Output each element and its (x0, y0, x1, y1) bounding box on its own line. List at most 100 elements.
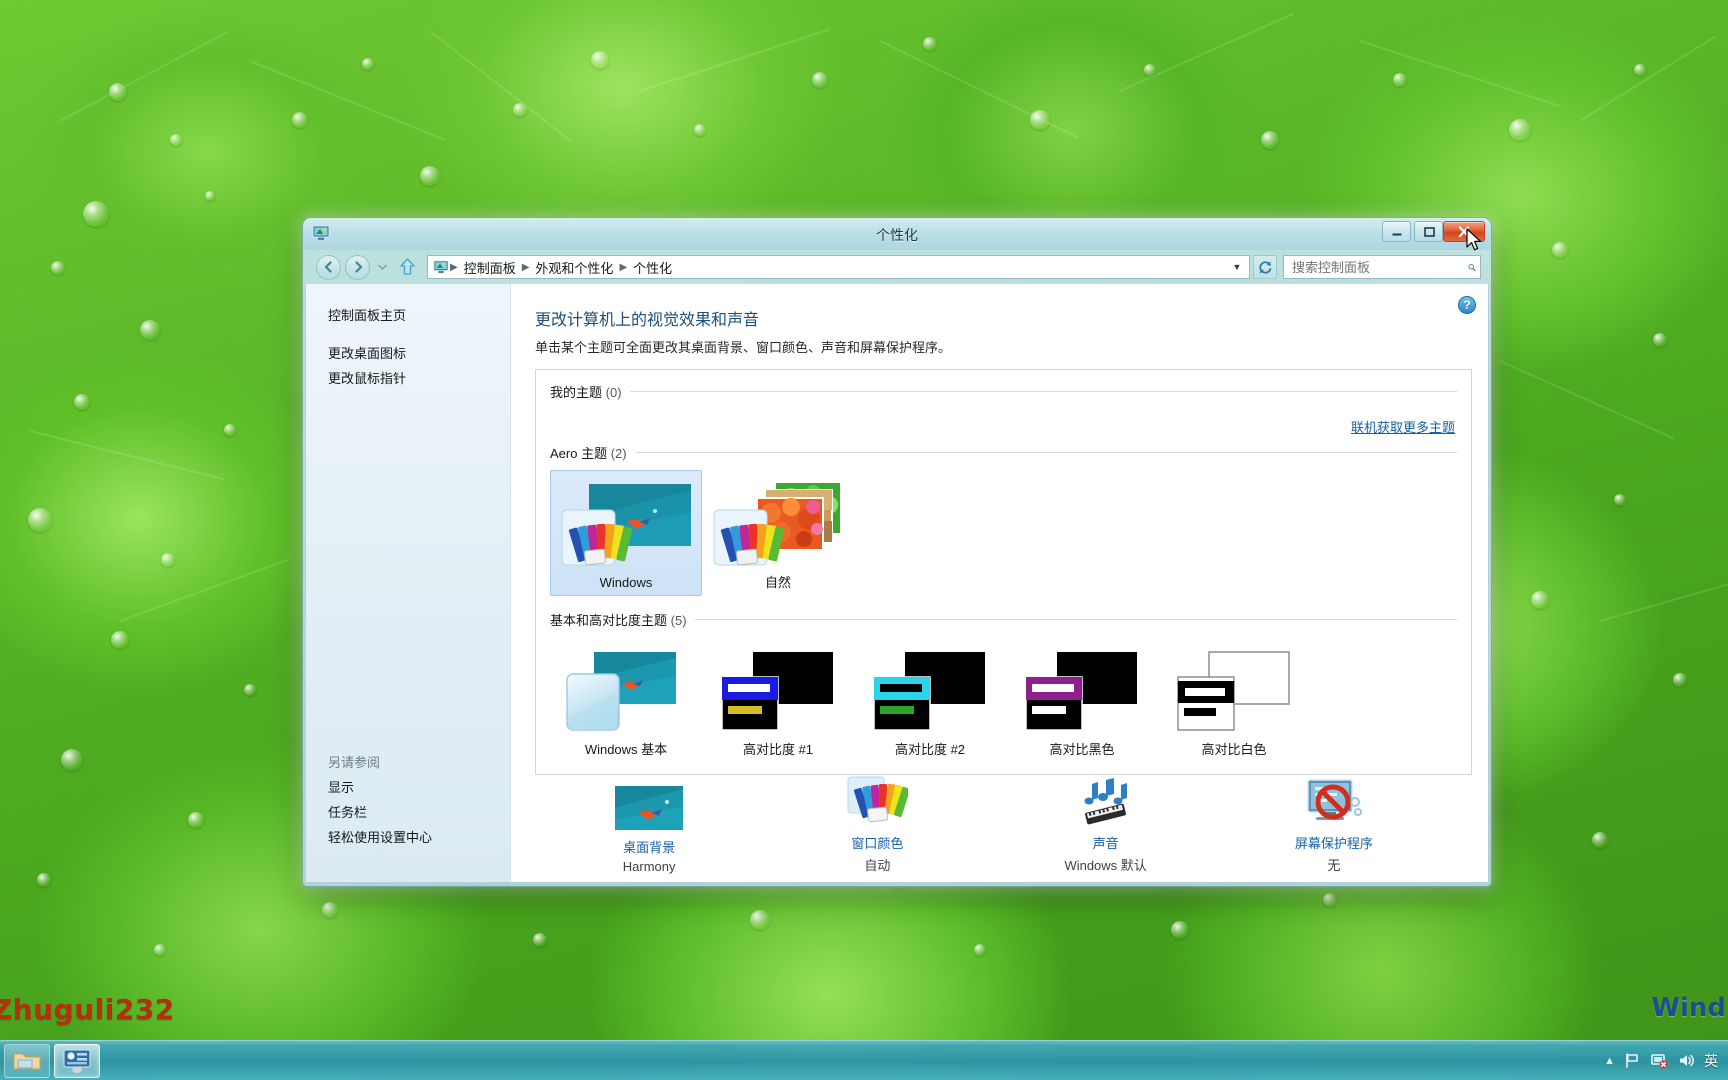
breadcrumb-item-appearance[interactable]: 外观和个性化 (530, 257, 618, 278)
group-count-basic-themes: (5) (670, 613, 687, 628)
setting-window-color[interactable]: 窗口颜色 自动 (802, 774, 952, 874)
network-icon[interactable] (1650, 1052, 1668, 1069)
volume-icon[interactable] (1677, 1052, 1695, 1069)
group-basic-themes: 基本和高对比度主题 (5) (550, 610, 1457, 629)
back-button[interactable] (316, 254, 341, 280)
see-also-heading: 另请参阅 (328, 755, 381, 770)
watermark-left: Zhuguli232 (0, 993, 175, 1026)
group-count-aero-themes: (2) (610, 446, 627, 461)
theme-preview-nature-icon (713, 481, 842, 566)
breadcrumb-item-control-panel[interactable]: 控制面板 (459, 257, 521, 278)
settings-row: 桌面背景 Harmony 窗口颜色 自动 声音 Windows 默认 屏幕保护程… (535, 774, 1448, 874)
basic-theme-list: Windows 基本 高对比度 #1 高对比度 #2 高对比黑色 高对比白色 (536, 629, 1471, 763)
theme-thumbnail-high-contrast-1 (707, 644, 849, 736)
sidebar-item-change-desktop-icons[interactable]: 更改桌面图标 (328, 341, 510, 366)
breadcrumb-item-personalization[interactable]: 个性化 (628, 257, 677, 278)
navigation-bar[interactable]: ▶ 控制面板 ▶ 外观和个性化 ▶ 个性化 ▼ (303, 250, 1491, 284)
address-bar-icon (433, 260, 449, 274)
setting-value-sound: Windows 默认 (1064, 858, 1147, 873)
theme-tile-windows-basic[interactable]: Windows 基本 (550, 637, 702, 763)
address-dropdown-icon[interactable]: ▼ (1229, 262, 1245, 272)
theme-name-nature: 自然 (764, 575, 791, 590)
get-more-themes-online-link[interactable]: 联机获取更多主题 (1351, 417, 1455, 436)
search-input[interactable] (1292, 259, 1468, 275)
search-icon (1468, 263, 1476, 271)
theme-preview-high-contrast-2-icon (873, 652, 985, 731)
theme-preview-high-contrast-white-icon (1177, 651, 1290, 731)
theme-preview-high-contrast-black-icon (1025, 652, 1137, 731)
window-titlebar[interactable]: 个性化 (303, 218, 1491, 250)
folder-icon (13, 1053, 41, 1069)
maximize-button[interactable] (1414, 221, 1443, 242)
close-icon (1458, 225, 1470, 237)
back-arrow-icon (324, 261, 332, 273)
theme-name-high-contrast-black: 高对比黑色 (1049, 742, 1115, 757)
setting-desktop-background[interactable]: 桌面背景 Harmony (574, 778, 724, 874)
theme-tile-nature[interactable]: 自然 (702, 470, 854, 596)
theme-thumbnail-windows (555, 477, 697, 569)
theme-preview-high-contrast-1-icon (721, 652, 833, 731)
theme-name-high-contrast-2: 高对比度 #2 (894, 742, 966, 757)
setting-label-desktop-background: 桌面背景 (623, 840, 676, 855)
personalization-window[interactable]: 个性化 ▶ 控制面板 ▶ 外观和个性化 ▶ 个性化 ▼ 搜索控制面板 控制面板主… (303, 218, 1491, 886)
setting-value-desktop-background: Harmony (622, 859, 676, 874)
theme-tile-high-contrast-black[interactable]: 高对比黑色 (1006, 637, 1158, 763)
desktop-background-icon (574, 778, 724, 832)
up-button[interactable] (396, 257, 418, 277)
page-title: 更改计算机上的视觉效果和声音 (535, 312, 760, 329)
minimize-icon (1392, 233, 1401, 235)
taskbar[interactable]: ▲ 英 (0, 1040, 1728, 1080)
system-tray: ▲ 英 (1604, 1051, 1728, 1071)
up-arrow-icon (399, 258, 415, 275)
sound-icon (1031, 774, 1181, 828)
search-box[interactable] (1283, 255, 1481, 279)
content-area: ? 更改计算机上的视觉效果和声音 单击某个主题可全面更改其桌面背景、窗口颜色、声… (511, 284, 1488, 882)
group-label-my-themes: 我的主题 (550, 385, 603, 400)
theme-thumbnail-windows-basic (555, 644, 697, 736)
sidebar-item-display[interactable]: 显示 (328, 775, 432, 800)
window-title: 个性化 (876, 227, 918, 243)
aero-theme-list: Windows 自然 (536, 462, 1471, 596)
help-button[interactable]: ? (1458, 296, 1476, 314)
theme-thumbnail-high-contrast-black (1011, 644, 1153, 736)
sidebar: 控制面板主页 更改桌面图标 更改鼠标指针 另请参阅 显示 任务栏 轻松使用设置中… (306, 284, 511, 882)
control-panel-taskbar-button[interactable] (54, 1043, 100, 1078)
minimize-button[interactable] (1382, 221, 1411, 242)
setting-screensaver[interactable]: 屏幕保护程序 无 (1259, 774, 1409, 874)
theme-tile-high-contrast-1[interactable]: 高对比度 #1 (702, 637, 854, 763)
sidebar-item-control-panel-home[interactable]: 控制面板主页 (328, 303, 510, 328)
refresh-button[interactable] (1253, 255, 1277, 279)
forward-button[interactable] (345, 254, 370, 280)
theme-preview-windows-icon (561, 484, 691, 566)
close-button[interactable] (1443, 221, 1485, 242)
address-bar[interactable]: ▶ 控制面板 ▶ 外观和个性化 ▶ 个性化 ▼ (427, 255, 1250, 279)
page-subtitle: 单击某个主题可全面更改其桌面背景、窗口颜色、声音和屏幕保护程序。 (535, 340, 952, 355)
recent-locations-button[interactable] (376, 264, 388, 270)
theme-name-high-contrast-1: 高对比度 #1 (742, 742, 814, 757)
chevron-down-icon (377, 264, 387, 270)
explorer-taskbar-button[interactable] (4, 1043, 50, 1078)
theme-thumbnail-high-contrast-white (1163, 644, 1305, 736)
sidebar-item-taskbar[interactable]: 任务栏 (328, 800, 432, 825)
language-indicator[interactable]: 英 (1704, 1051, 1718, 1071)
group-rule (629, 391, 1457, 392)
show-hidden-icons-button[interactable]: ▲ (1604, 1055, 1615, 1067)
window-body: 控制面板主页 更改桌面图标 更改鼠标指针 另请参阅 显示 任务栏 轻松使用设置中… (305, 284, 1489, 883)
setting-sound[interactable]: 声音 Windows 默认 (1031, 774, 1181, 874)
theme-tile-high-contrast-white[interactable]: 高对比白色 (1158, 637, 1310, 763)
operations-flag-icon[interactable] (1624, 1052, 1641, 1069)
breadcrumb-separator: ▶ (521, 261, 530, 273)
setting-label-screensaver: 屏幕保护程序 (1294, 836, 1373, 851)
theme-tile-windows[interactable]: Windows (550, 470, 702, 596)
theme-tile-high-contrast-2[interactable]: 高对比度 #2 (854, 637, 1006, 763)
sidebar-item-ease-of-access[interactable]: 轻松使用设置中心 (328, 825, 432, 850)
sidebar-item-change-mouse-pointers[interactable]: 更改鼠标指针 (328, 366, 510, 391)
themes-panel: 我的主题 (0) 联机获取更多主题 Aero 主题 (2) Windows 自然… (535, 369, 1472, 775)
theme-thumbnail-nature (707, 477, 849, 569)
group-rule (694, 619, 1457, 620)
group-label-basic-themes: 基本和高对比度主题 (550, 613, 668, 628)
refresh-icon (1259, 260, 1272, 274)
group-rule (634, 452, 1457, 453)
group-count-my-themes: (0) (605, 385, 622, 400)
control-panel-icon (63, 1049, 91, 1073)
